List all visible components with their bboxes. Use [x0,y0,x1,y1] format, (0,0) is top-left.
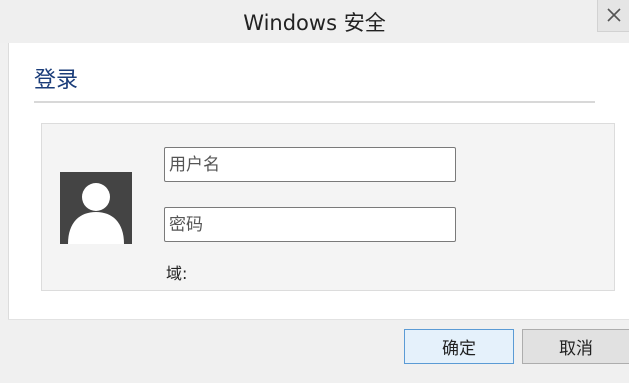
window-bottom-edge [0,375,629,383]
credential-panel: 域: [41,123,615,291]
password-input[interactable] [164,207,456,242]
dialog-heading: 登录 [34,68,79,93]
avatar [60,172,132,244]
window-title: Windows 安全 [243,11,386,35]
user-avatar-icon [68,183,124,244]
cancel-button[interactable]: 取消 [522,329,629,364]
domain-label: 域: [166,264,188,283]
username-input[interactable] [164,147,456,182]
close-icon [607,8,621,22]
heading-divider [34,101,595,103]
ok-button[interactable]: 确定 [404,329,514,364]
button-bar: 确定 取消 [8,319,629,375]
dialog-body: 登录 域: [8,43,629,319]
close-button[interactable] [597,0,629,32]
title-bar: Windows 安全 [0,0,629,43]
